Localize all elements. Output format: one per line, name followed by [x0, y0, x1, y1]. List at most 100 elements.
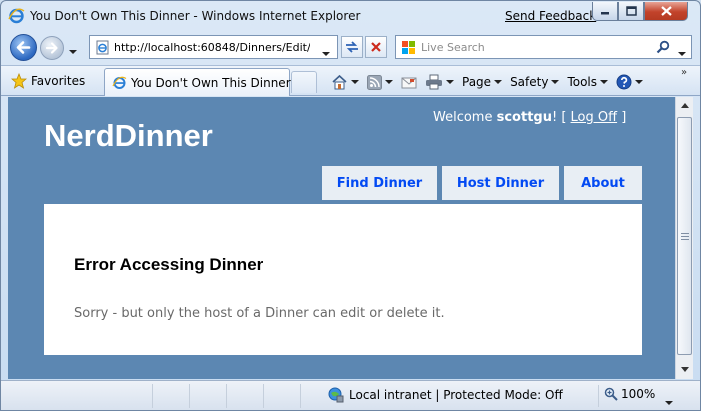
more-commands-icon[interactable]: » [681, 67, 687, 78]
navigation-bar: http://localhost:60848/Dinners/Edit/2 Li… [1, 32, 700, 62]
chevron-down-icon [551, 80, 560, 84]
close-button[interactable] [644, 2, 688, 21]
stop-icon [371, 42, 381, 52]
help-icon [616, 74, 632, 90]
tab-current[interactable]: You Don't Own This Dinner [104, 68, 291, 96]
back-button[interactable] [10, 34, 37, 61]
help-button[interactable] [616, 74, 644, 90]
status-segment [190, 384, 227, 408]
home-button[interactable] [331, 74, 359, 90]
welcome-suffix: ! [ [551, 110, 571, 125]
status-divider [598, 385, 599, 407]
favorites-button[interactable]: Favorites [11, 69, 85, 93]
address-bar[interactable]: http://localhost:60848/Dinners/Edit/2 [89, 35, 338, 59]
url-field[interactable]: http://localhost:60848/Dinners/Edit/2 [114, 41, 310, 54]
printer-icon [426, 74, 442, 90]
ie-logo-icon [8, 8, 25, 24]
main-panel: Error Accessing Dinner Sorry - but only … [44, 204, 642, 355]
page-menu-label: Page [462, 75, 492, 89]
zoom-dropdown[interactable] [665, 394, 673, 408]
minimize-icon [601, 12, 609, 15]
star-icon [11, 73, 27, 89]
status-segments [1, 384, 301, 408]
refresh-button[interactable] [341, 36, 363, 58]
mail-icon [401, 77, 417, 88]
status-segment [264, 384, 301, 408]
tab-title: You Don't Own This Dinner [131, 76, 291, 90]
search-providers-dropdown[interactable] [678, 45, 686, 59]
scroll-up-icon [680, 103, 689, 108]
tools-menu[interactable]: Tools [567, 75, 609, 89]
chevron-down-icon [665, 401, 673, 405]
error-title: Error Accessing Dinner [74, 255, 264, 274]
title-bar: You Don't Own This Dinner - Windows Inte… [1, 1, 700, 31]
site-menu: Find Dinner Host Dinner About [322, 166, 642, 200]
new-tab-button[interactable] [291, 71, 317, 93]
welcome-prefix: Welcome [433, 110, 497, 125]
page-menu[interactable]: Page [462, 75, 503, 89]
ie-page-icon [112, 76, 127, 89]
live-search-icon [402, 41, 415, 54]
rss-feed-icon [367, 74, 382, 90]
favorites-label: Favorites [31, 74, 86, 88]
chevron-down-icon [69, 50, 77, 54]
window-title: You Don't Own This Dinner - Windows Inte… [30, 9, 361, 23]
print-button[interactable] [425, 74, 454, 90]
site-title: NerdDinner [44, 118, 213, 153]
chevron-down-icon [678, 52, 686, 56]
search-icon[interactable] [656, 40, 670, 54]
feeds-button[interactable] [367, 74, 393, 90]
page-icon [96, 40, 109, 55]
mail-button[interactable] [401, 76, 417, 89]
command-items: Page Safety Tools [331, 70, 651, 94]
refresh-icon [346, 41, 358, 53]
log-off-link[interactable]: Log Off [571, 110, 618, 125]
chevron-down-icon [385, 80, 393, 84]
tools-menu-label: Tools [567, 75, 598, 89]
login-end: ] [617, 110, 627, 125]
menu-host-dinner[interactable]: Host Dinner [442, 166, 559, 200]
status-segment [227, 384, 264, 408]
status-bar: Local intranet | Protected Mode: Off 100… [1, 380, 700, 410]
menu-find-dinner[interactable]: Find Dinner [322, 166, 437, 200]
username: scottgu [496, 110, 552, 125]
browser-window: You Don't Own This Dinner - Windows Inte… [0, 0, 701, 411]
window-controls [592, 2, 688, 22]
zoom-level[interactable]: 100% [604, 387, 655, 401]
scroll-down-button[interactable] [676, 361, 693, 378]
search-input[interactable]: Live Search [421, 41, 485, 54]
safety-menu[interactable]: Safety [510, 75, 560, 89]
zoom-icon [604, 387, 618, 401]
local-intranet-icon [328, 387, 344, 403]
command-bar: Favorites You Don't Own This Dinner Page… [1, 65, 700, 96]
error-message: Sorry - but only the host of a Dinner ca… [74, 306, 445, 321]
scroll-up-button[interactable] [676, 97, 693, 114]
close-icon [660, 6, 672, 16]
search-box[interactable]: Live Search [395, 35, 692, 59]
vertical-scrollbar[interactable] [675, 97, 693, 379]
recent-pages-dropdown[interactable] [69, 43, 77, 57]
chevron-down-icon [351, 80, 359, 84]
send-feedback-link[interactable]: Send Feedback [505, 9, 596, 23]
back-arrow-icon [16, 41, 31, 54]
status-text-area [1, 384, 153, 408]
forward-button[interactable] [40, 36, 64, 60]
maximize-button[interactable] [618, 2, 644, 21]
chevron-down-icon [446, 80, 454, 84]
page-content: NerdDinner Welcome scottgu! [ Log Off ] … [8, 97, 675, 379]
login-display: Welcome scottgu! [ Log Off ] [433, 110, 626, 125]
safety-menu-label: Safety [510, 75, 549, 89]
minimize-button[interactable] [592, 2, 618, 21]
security-zone[interactable]: Local intranet | Protected Mode: Off [328, 387, 563, 403]
chevron-down-icon [322, 52, 330, 56]
stop-button[interactable] [365, 36, 387, 58]
scrollbar-thumb[interactable] [677, 117, 692, 355]
chevron-down-icon [600, 80, 609, 84]
scroll-down-icon [680, 367, 689, 372]
grip-icon [681, 233, 689, 240]
zone-text: Local intranet | Protected Mode: Off [349, 388, 563, 402]
home-icon [332, 74, 347, 90]
menu-about[interactable]: About [564, 166, 642, 200]
address-dropdown[interactable] [322, 45, 330, 59]
chevron-down-icon [494, 80, 503, 84]
